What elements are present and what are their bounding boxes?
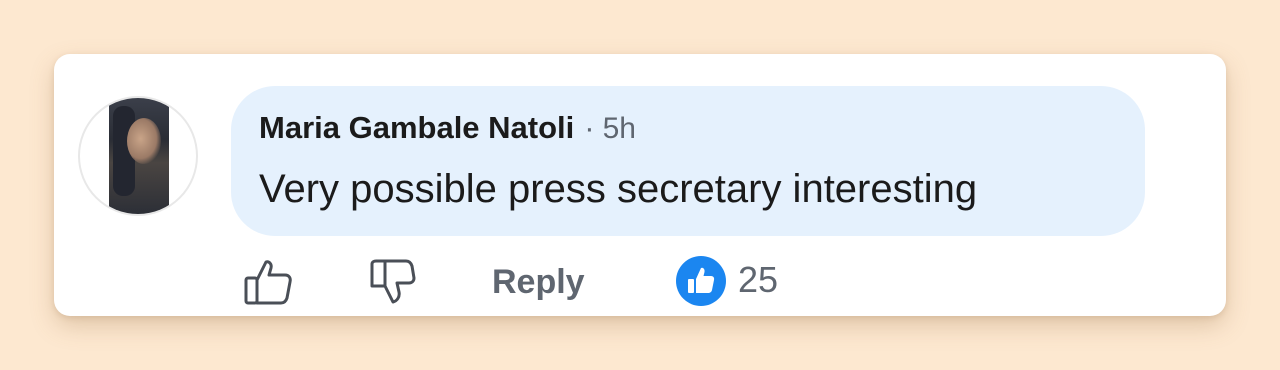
like-button[interactable]: [242, 256, 294, 308]
comment-timestamp[interactable]: 5h: [603, 112, 636, 145]
comment-header: Maria Gambale Natoli · 5h: [259, 108, 636, 149]
dislike-button[interactable]: [366, 256, 418, 308]
thumbs-up-filled-icon: [688, 267, 715, 293]
comment-text: Very possible press secretary interestin…: [259, 167, 978, 211]
author-name[interactable]: Maria Gambale Natoli: [259, 110, 574, 145]
thumbs-down-outline-icon: [370, 259, 416, 304]
header-separator: ·: [584, 110, 595, 145]
avatar-photo-face: [127, 118, 161, 164]
comment-card: Maria Gambale Natoli · 5h Very possible pr…: [54, 54, 1226, 316]
comment-bubble: Maria Gambale Natoli · 5h Very possible pr…: [231, 86, 1145, 236]
thumbs-up-outline-icon: [244, 260, 292, 305]
reply-button[interactable]: Reply: [492, 260, 585, 304]
reaction-like-badge[interactable]: [676, 256, 726, 306]
comment-actions: Reply 25: [242, 250, 942, 310]
reaction-count: 25: [738, 259, 779, 300]
avatar-photo: [109, 98, 169, 214]
avatar[interactable]: [78, 96, 198, 216]
